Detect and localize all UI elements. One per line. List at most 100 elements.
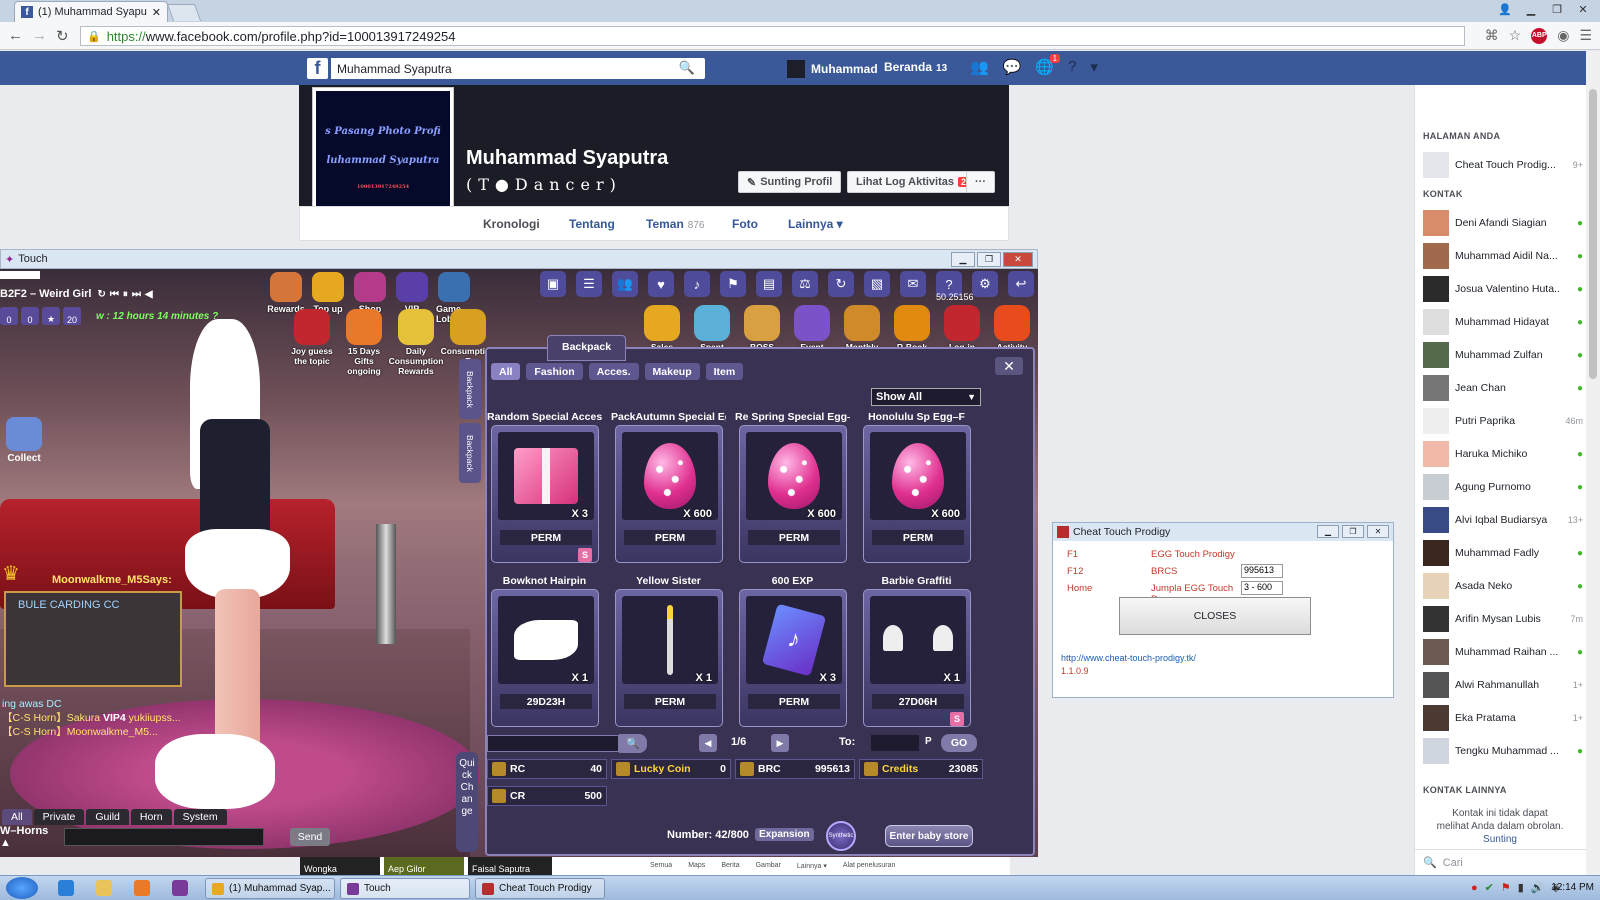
bookmark-star-icon[interactable]: ☆ — [1509, 27, 1522, 44]
sidebar-contact-item[interactable]: Agung Purnomo ● — [1423, 473, 1583, 501]
more-options-button[interactable]: ··· — [966, 171, 995, 193]
event-item[interactable]: 15 Days Gifts ongoing — [342, 309, 386, 376]
sidebar-contact-item[interactable]: Arifin Mysan Lubis 7m — [1423, 605, 1583, 633]
activity-log-button[interactable]: Lihat Log Aktivitas 2 — [847, 171, 979, 193]
security-icon[interactable]: ✔ — [1485, 881, 1494, 894]
backpack-side-tab[interactable]: Backpack — [459, 423, 481, 483]
fb-profile-link[interactable]: Muhammad — [787, 60, 878, 78]
backpack-item[interactable]: Yellow Sister X 1 PERM — [611, 575, 726, 733]
backpack-close-button[interactable]: ✕ — [995, 357, 1023, 375]
taskbar-cheat-window[interactable]: Cheat Touch Prodigy — [475, 878, 605, 899]
edit-profile-button[interactable]: ✎ Sunting Profil — [738, 171, 842, 193]
help-icon[interactable]: ? — [1068, 58, 1076, 76]
expansion-button[interactable]: Expansion — [755, 828, 814, 841]
menu-hamburger-icon[interactable]: ☰ — [1579, 27, 1592, 44]
minimize-icon[interactable]: ▁ — [1520, 0, 1542, 18]
sidebar-contact-item[interactable]: Haruka Michiko ● — [1423, 440, 1583, 468]
page-scrollbar[interactable] — [1586, 51, 1600, 875]
go-button[interactable]: GO — [941, 734, 977, 752]
reload-icon[interactable]: ↻ — [56, 27, 69, 45]
forward-arrow-icon[interactable]: → — [32, 27, 47, 44]
close-icon[interactable]: ✕ — [1003, 252, 1033, 267]
backpack-tab[interactable]: Item — [705, 363, 744, 380]
pause-icon[interactable]: ⏸ — [123, 289, 128, 300]
closes-button[interactable]: CLOSES — [1119, 597, 1311, 635]
search-nav-link[interactable]: Berita — [721, 862, 739, 870]
url-field[interactable]: 🔒 https://www.facebook.com/profile.php?i… — [80, 26, 1465, 46]
star-icon[interactable]: ★ — [42, 307, 60, 325]
antivirus-icon[interactable]: ● — [1471, 882, 1478, 894]
user-icon[interactable]: 👤 — [1494, 0, 1516, 18]
tab-friends[interactable]: Teman 876 — [646, 217, 704, 231]
sidebar-contact-item[interactable]: Muhammad Fadly ● — [1423, 539, 1583, 567]
item-s-badge[interactable]: S — [578, 548, 592, 562]
network-icon[interactable]: ▮ — [1518, 881, 1524, 894]
backpack-item[interactable]: Honolulu Sp Egg–F X 600 PERM — [859, 411, 974, 569]
collect-button[interactable]: Collect — [4, 417, 44, 469]
maximize-icon[interactable]: ❐ — [1546, 0, 1568, 18]
backpack-search-input[interactable] — [487, 735, 619, 752]
maximize-icon[interactable]: ❐ — [1342, 525, 1364, 538]
backpack-filter-select[interactable]: Show All ▼ — [871, 388, 981, 406]
account-dropdown-icon[interactable]: ▾ — [1090, 58, 1098, 76]
stat-badge-3[interactable]: 20 — [63, 307, 81, 325]
scrollbar-thumb[interactable] — [1589, 89, 1597, 379]
media-player-icon[interactable] — [134, 880, 150, 896]
search-icon[interactable]: 🔍 — [679, 60, 695, 76]
backpack-item[interactable]: PackAutumn Special Egg–F X 600 PERM — [611, 411, 726, 569]
search-nav-link[interactable]: Lainnya ▾ — [797, 862, 827, 870]
backpack-item[interactable]: Random Special Accessories(R X 3 PERM S — [487, 411, 602, 569]
mail-icon[interactable]: ✉ — [900, 271, 926, 297]
back-arrow-icon[interactable]: ← — [8, 27, 23, 44]
explorer-icon[interactable] — [96, 880, 112, 896]
hotkey-value-input[interactable]: 995613 — [1241, 564, 1283, 578]
chat-channel-select[interactable]: W–Horns ▲ — [0, 825, 60, 849]
search-nav-link[interactable]: Gambar — [756, 862, 781, 870]
backpack-side-tab[interactable]: Backpack — [459, 359, 481, 419]
edit-link[interactable]: Sunting — [1483, 834, 1517, 845]
sidebar-contact-item[interactable]: Deni Afandi Siagian ● — [1423, 209, 1583, 237]
guild-icon[interactable]: ⚑ — [720, 271, 746, 297]
backpack-item[interactable]: 600 EXP ♪ X 3 PERM — [735, 575, 850, 733]
backpack-item[interactable]: Re Spring Special Egg–F X 600 PERM — [735, 411, 850, 569]
balance-icon[interactable]: ⚖ — [792, 271, 818, 297]
backpack-tab[interactable]: Fashion — [526, 363, 583, 380]
search-nav-link[interactable]: Semua — [650, 862, 672, 870]
sidebar-contact-item[interactable]: Muhammad Aidil Na... ● — [1423, 242, 1583, 270]
couple-icon[interactable]: ♥ — [648, 271, 674, 297]
prev-page-button[interactable]: ◀ — [699, 734, 717, 752]
backpack-tab[interactable]: Makeup — [644, 363, 700, 380]
sidebar-contact-item[interactable]: Muhammad Hidayat ● — [1423, 308, 1583, 336]
sidebar-contact-item[interactable]: Alwi Rahmanullah 1+ — [1423, 671, 1583, 699]
chat-tab[interactable]: Guild — [86, 809, 129, 825]
messages-icon[interactable]: 💬 — [1003, 58, 1022, 76]
maximize-icon[interactable]: ❐ — [977, 252, 1001, 267]
sidebar-contact-item[interactable]: Eka Pratama 1+ — [1423, 704, 1583, 732]
goto-page-input[interactable] — [871, 735, 919, 751]
sidebar-page-item[interactable]: Cheat Touch Prodig... 9+ — [1423, 151, 1583, 179]
notifications-icon[interactable]: 🌐 1 — [1035, 54, 1061, 76]
new-tab-button[interactable] — [166, 4, 202, 21]
baby-store-button[interactable]: Enter baby store — [885, 825, 973, 847]
start-button[interactable] — [6, 877, 38, 899]
sidebar-contact-item[interactable]: Alvi Iqbal Budiarsya 13+ — [1423, 506, 1583, 534]
search-icon[interactable]: 🔍 — [619, 734, 647, 753]
chat-tab[interactable]: All — [2, 809, 32, 825]
sidebar-contact-item[interactable]: Muhammad Zulfan ● — [1423, 341, 1583, 369]
event-item[interactable]: Daily Consumption Rewards — [389, 309, 443, 376]
close-icon[interactable]: ✕ — [1367, 525, 1389, 538]
music-icon[interactable]: ♪ — [684, 271, 710, 297]
search-nav-link[interactable]: Maps — [688, 862, 705, 870]
flag-icon[interactable]: ⚑ — [1501, 881, 1511, 894]
chat-input[interactable] — [64, 828, 264, 846]
exit-icon[interactable]: ↩ — [1008, 271, 1034, 297]
backpack-item[interactable]: Bowknot Hairpin X 1 29D23H — [487, 575, 602, 733]
list-icon[interactable]: ☰ — [576, 271, 602, 297]
sidebar-contact-item[interactable]: Jean Chan ● — [1423, 374, 1583, 402]
inventory-icon[interactable]: ▣ — [540, 271, 566, 297]
send-button[interactable]: Send — [290, 828, 330, 846]
refresh-icon[interactable]: ↻ — [828, 271, 854, 297]
close-icon[interactable]: ✕ — [1572, 0, 1594, 18]
backpack-item[interactable]: Barbie Graffiti X 1 27D06H S — [859, 575, 974, 733]
taskbar-touch-window[interactable]: Touch — [340, 878, 470, 899]
